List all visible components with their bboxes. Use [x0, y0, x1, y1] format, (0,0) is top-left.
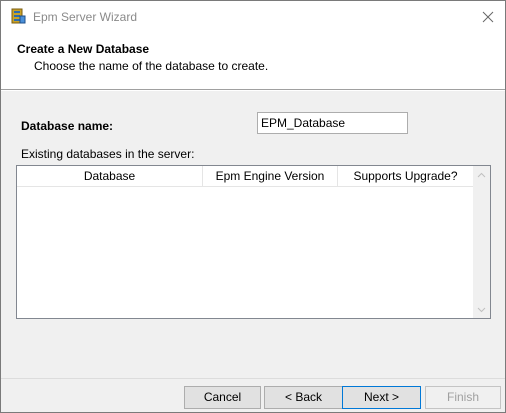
back-button[interactable]: < Back	[264, 386, 343, 409]
page-title: Create a New Database	[17, 42, 150, 56]
window-title: Epm Server Wizard	[33, 10, 138, 24]
vertical-scrollbar[interactable]	[473, 166, 490, 318]
wizard-window: Epm Server Wizard Create a New Database …	[0, 0, 506, 413]
existing-databases-list[interactable]: Database Epm Engine Version Supports Upg…	[16, 165, 491, 319]
chevron-up-icon	[477, 172, 486, 177]
column-header-engine-version[interactable]: Epm Engine Version	[203, 166, 338, 187]
finish-button[interactable]: Finish	[425, 386, 501, 409]
page-subtitle: Choose the name of the database to creat…	[34, 59, 269, 73]
header-divider	[1, 90, 505, 91]
cancel-button[interactable]: Cancel	[184, 386, 261, 409]
scroll-up-button[interactable]	[473, 166, 490, 183]
chevron-down-icon	[477, 307, 486, 312]
existing-databases-label: Existing databases in the server:	[21, 147, 195, 161]
scroll-down-button[interactable]	[473, 301, 490, 318]
database-name-input[interactable]	[257, 112, 408, 134]
close-icon	[482, 11, 494, 22]
footer-divider	[1, 378, 505, 379]
column-header-database[interactable]: Database	[17, 166, 203, 187]
column-header-supports-upgrade[interactable]: Supports Upgrade?	[338, 166, 473, 187]
app-icon	[10, 8, 26, 24]
database-name-label: Database name:	[21, 119, 114, 133]
next-button[interactable]: Next >	[342, 386, 421, 409]
close-button[interactable]	[471, 1, 505, 32]
wizard-header: Create a New Database Choose the name of…	[1, 32, 505, 90]
title-bar: Epm Server Wizard	[1, 1, 505, 32]
list-header: Database Epm Engine Version Supports Upg…	[17, 166, 473, 187]
